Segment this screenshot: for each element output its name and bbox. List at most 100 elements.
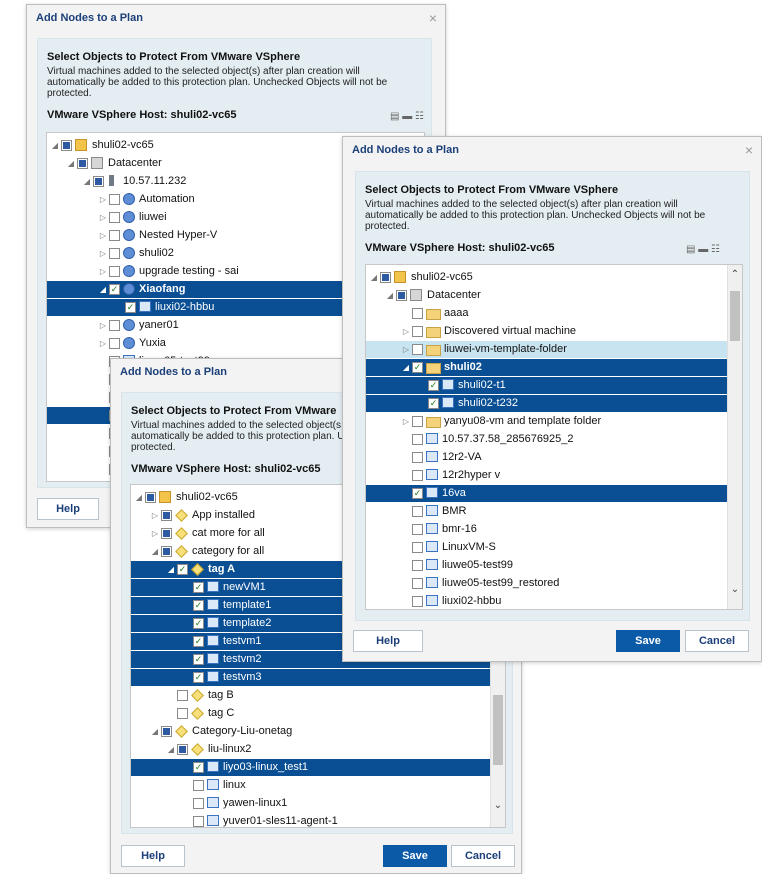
- checkbox-checked[interactable]: ✓: [177, 564, 188, 575]
- checkbox[interactable]: [109, 320, 120, 331]
- scroll-down-icon[interactable]: ⌄: [491, 800, 505, 811]
- tree-scrollbar[interactable]: ⌃ ⌄: [727, 265, 742, 609]
- disk-icon[interactable]: ▬: [402, 111, 412, 122]
- checkbox[interactable]: [177, 690, 188, 701]
- document-icon[interactable]: ▤: [390, 111, 399, 122]
- cancel-button[interactable]: Cancel: [685, 630, 749, 652]
- tree-node[interactable]: ◢ Category-Liu-onetag: [131, 723, 505, 740]
- checkbox[interactable]: [61, 140, 72, 151]
- checkbox[interactable]: [161, 528, 172, 539]
- checkbox[interactable]: [193, 780, 204, 791]
- checkbox[interactable]: [161, 726, 172, 737]
- expand-icon[interactable]: ▷: [99, 337, 107, 350]
- scroll-up-icon[interactable]: ⌃: [728, 269, 742, 280]
- collapse-icon[interactable]: ◢: [135, 491, 143, 504]
- checkbox-checked[interactable]: ✓: [193, 618, 204, 629]
- checkbox[interactable]: [109, 212, 120, 223]
- dialog-titlebar[interactable]: Add Nodes to a Plan ×: [343, 137, 761, 163]
- help-button[interactable]: Help: [353, 630, 423, 652]
- tree-node[interactable]: BMR: [366, 503, 742, 520]
- save-button[interactable]: Save: [616, 630, 680, 652]
- checkbox-checked[interactable]: ✓: [412, 362, 423, 373]
- checkbox[interactable]: [93, 176, 104, 187]
- checkbox[interactable]: [412, 434, 423, 445]
- tree-node[interactable]: 10.57.37.58_285676925_2: [366, 431, 742, 448]
- help-button[interactable]: Help: [121, 845, 185, 867]
- tree-node[interactable]: ◢ liu-linux2: [131, 741, 505, 758]
- checkbox[interactable]: [396, 290, 407, 301]
- tree-node[interactable]: 12r2hyper v: [366, 467, 742, 484]
- checkbox[interactable]: [412, 452, 423, 463]
- tree-node[interactable]: yawen-linux1: [131, 795, 505, 812]
- tree-node[interactable]: aaaa: [366, 305, 742, 322]
- checkbox[interactable]: [177, 744, 188, 755]
- checkbox-checked[interactable]: ✓: [193, 762, 204, 773]
- checkbox[interactable]: [109, 266, 120, 277]
- checkbox[interactable]: [412, 578, 423, 589]
- checkbox-checked[interactable]: ✓: [193, 654, 204, 665]
- collapse-icon[interactable]: ◢: [402, 361, 410, 374]
- checkbox[interactable]: [77, 158, 88, 169]
- checkbox[interactable]: [161, 510, 172, 521]
- checkbox-checked[interactable]: ✓: [412, 488, 423, 499]
- collapse-icon[interactable]: ◢: [151, 545, 159, 558]
- checkbox[interactable]: [412, 596, 423, 607]
- disk-icon[interactable]: ▬: [698, 244, 708, 255]
- tree-node[interactable]: tag C: [131, 705, 505, 722]
- expand-icon[interactable]: ▷: [99, 229, 107, 242]
- expand-icon[interactable]: ▷: [99, 211, 107, 224]
- expand-icon[interactable]: ▷: [402, 325, 410, 338]
- close-icon[interactable]: ×: [429, 10, 437, 26]
- collapse-icon[interactable]: ◢: [167, 743, 175, 756]
- checkbox-checked[interactable]: ✓: [428, 398, 439, 409]
- tree-node[interactable]: LinuxVM-S: [366, 539, 742, 556]
- collapse-icon[interactable]: ◢: [83, 175, 91, 188]
- checkbox[interactable]: [380, 272, 391, 283]
- checkbox[interactable]: [412, 560, 423, 571]
- cancel-button[interactable]: Cancel: [451, 845, 515, 867]
- save-button[interactable]: Save: [383, 845, 447, 867]
- checkbox[interactable]: [412, 506, 423, 517]
- tree-node[interactable]: liuwe05-test99_restored: [366, 575, 742, 592]
- tree-node-selected[interactable]: ◢ ✓ shuli02: [366, 359, 742, 376]
- tree-node[interactable]: bmr-16: [366, 521, 742, 538]
- tree-node-selected[interactable]: ✓ testvm3: [131, 669, 505, 686]
- help-button[interactable]: Help: [37, 498, 99, 520]
- tree-node-selected[interactable]: ✓ shuli02-t1: [366, 377, 742, 394]
- tree-node[interactable]: ▷ Discovered virtual machine: [366, 323, 742, 340]
- checkbox[interactable]: [412, 470, 423, 481]
- tree-node[interactable]: ▷ yanyu08-vm and template folder: [366, 413, 742, 430]
- checkbox[interactable]: [109, 194, 120, 205]
- expand-icon[interactable]: ▷: [402, 415, 410, 428]
- checkbox[interactable]: [412, 326, 423, 337]
- scrollbar-thumb[interactable]: [730, 291, 740, 341]
- checkbox[interactable]: [177, 708, 188, 719]
- tree-node[interactable]: liuwe05-test99: [366, 557, 742, 574]
- collapse-icon[interactable]: ◢: [151, 725, 159, 738]
- expand-icon[interactable]: ▷: [99, 247, 107, 260]
- expand-icon[interactable]: ▷: [151, 527, 159, 540]
- checkbox-checked[interactable]: ✓: [125, 302, 136, 313]
- tree-node[interactable]: 12r2-VA: [366, 449, 742, 466]
- checkbox-checked[interactable]: ✓: [109, 284, 120, 295]
- checkbox-checked[interactable]: ✓: [193, 582, 204, 593]
- tree-node[interactable]: ◢ shuli02-vc65: [366, 269, 742, 286]
- checkbox-checked[interactable]: ✓: [428, 380, 439, 391]
- checkbox[interactable]: [412, 542, 423, 553]
- collapse-icon[interactable]: ◢: [67, 157, 75, 170]
- checkbox[interactable]: [412, 524, 423, 535]
- collapse-icon[interactable]: ◢: [370, 271, 378, 284]
- checkbox[interactable]: [412, 308, 423, 319]
- scroll-down-icon[interactable]: ⌄: [728, 584, 742, 595]
- checkbox[interactable]: [109, 230, 120, 241]
- checkbox-checked[interactable]: ✓: [193, 636, 204, 647]
- tree-node[interactable]: linux: [131, 777, 505, 794]
- tree-node-selected[interactable]: ✓ liyo03-linux_test1: [131, 759, 505, 776]
- columns-icon[interactable]: ☷: [415, 111, 424, 122]
- tree-node[interactable]: tag B: [131, 687, 505, 704]
- checkbox[interactable]: [145, 492, 156, 503]
- expand-icon[interactable]: ▷: [402, 343, 410, 356]
- columns-icon[interactable]: ☷: [711, 244, 720, 255]
- collapse-icon[interactable]: ◢: [51, 139, 59, 152]
- checkbox[interactable]: [193, 798, 204, 809]
